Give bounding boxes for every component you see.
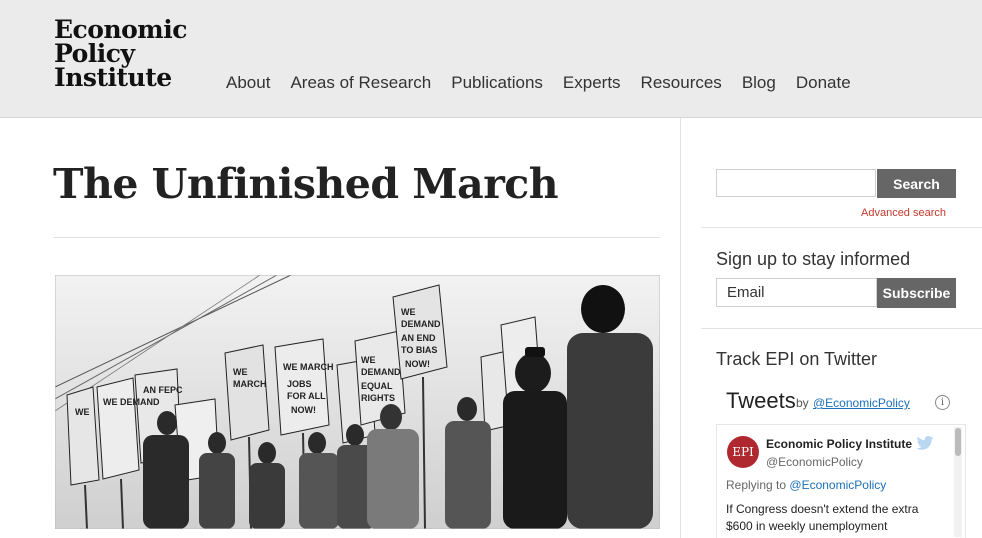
title-divider <box>53 237 660 238</box>
search-button[interactable]: Search <box>877 169 956 198</box>
nav-resources[interactable]: Resources <box>641 73 722 93</box>
avatar[interactable]: EPI <box>727 436 759 468</box>
logo-line-institute: Institute <box>54 63 172 92</box>
tweet-card[interactable]: EPI Economic Policy Institute @EconomicP… <box>716 424 966 538</box>
svg-text:WE: WE <box>233 367 248 377</box>
email-field[interactable]: Email <box>716 278 877 307</box>
nav-about[interactable]: About <box>226 73 270 93</box>
svg-text:EQUAL: EQUAL <box>361 381 393 391</box>
nav-areas-of-research[interactable]: Areas of Research <box>290 73 431 93</box>
replying-handle-link[interactable]: @EconomicPolicy <box>789 478 886 492</box>
nav-experts[interactable]: Experts <box>563 73 621 93</box>
svg-text:FOR ALL: FOR ALL <box>287 391 326 401</box>
tweet-text: If Congress doesn't extend the extra $60… <box>726 502 919 533</box>
info-icon[interactable]: i <box>935 395 950 410</box>
tweet-author-name[interactable]: Economic Policy Institute <box>766 437 912 451</box>
nav-donate[interactable]: Donate <box>796 73 851 93</box>
epi-logo[interactable]: Economic Policy Institute <box>54 17 187 92</box>
svg-text:DEMAND: DEMAND <box>361 367 401 377</box>
twitter-bird-icon[interactable] <box>916 436 934 450</box>
tweets-widget-title[interactable]: Tweets <box>726 388 796 414</box>
tweets-scrollbar-thumb[interactable] <box>955 428 961 456</box>
march-photo: WE WE DEMAND AN FEPC WE MARCH WE MARCH J… <box>55 275 660 529</box>
subscribe-button[interactable]: Subscribe <box>877 278 956 308</box>
svg-text:NOW!: NOW! <box>405 359 430 369</box>
main-nav: About Areas of Research Publications Exp… <box>226 73 871 93</box>
page-title: The Unfinished March <box>53 160 559 208</box>
sidebar-rule <box>701 328 982 329</box>
svg-text:JOBS: JOBS <box>287 379 312 389</box>
signup-heading: Sign up to stay informed <box>716 249 911 269</box>
svg-text:AN END: AN END <box>401 333 436 343</box>
svg-text:WE: WE <box>361 355 376 365</box>
tweet-author-handle[interactable]: @EconomicPolicy <box>766 455 863 469</box>
svg-text:DEMAND: DEMAND <box>401 319 441 329</box>
tweet-replying-to: Replying to @EconomicPolicy <box>726 478 886 492</box>
twitter-handle-link[interactable]: @EconomicPolicy <box>813 396 910 410</box>
twitter-section-heading: Track EPI on Twitter <box>716 349 878 369</box>
svg-text:NOW!: NOW! <box>291 405 316 415</box>
replying-prefix: Replying to <box>726 478 787 492</box>
search-input[interactable] <box>716 169 876 197</box>
sidebar-divider <box>680 118 681 538</box>
nav-blog[interactable]: Blog <box>742 73 776 93</box>
svg-text:RIGHTS: RIGHTS <box>361 393 395 403</box>
svg-text:WE DEMAND: WE DEMAND <box>103 397 160 407</box>
svg-text:WE: WE <box>75 407 90 417</box>
sidebar-rule <box>701 227 982 228</box>
tweets-by-label: by <box>796 396 809 410</box>
svg-text:WE MARCH: WE MARCH <box>283 362 334 372</box>
svg-text:TO BIAS: TO BIAS <box>401 345 437 355</box>
site-header: Economic Policy Institute About Areas of… <box>0 0 982 118</box>
nav-publications[interactable]: Publications <box>451 73 543 93</box>
svg-text:AN FEPC: AN FEPC <box>143 385 183 395</box>
svg-text:WE: WE <box>401 307 416 317</box>
advanced-search-link[interactable]: Advanced search <box>861 207 946 219</box>
svg-text:MARCH: MARCH <box>233 379 267 389</box>
